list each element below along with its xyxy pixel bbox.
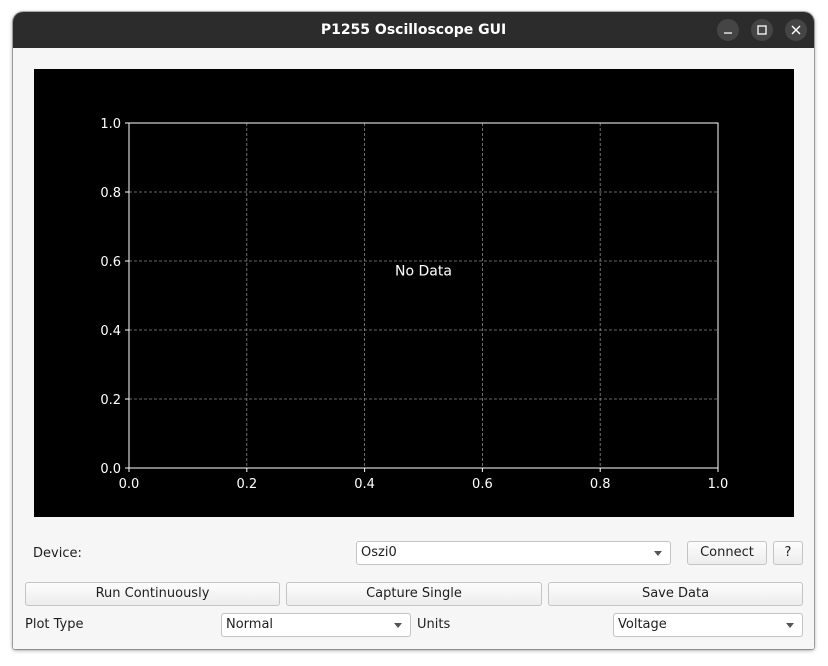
device-select-value: Oszi0 bbox=[361, 545, 397, 560]
y-tick-label: 0.8 bbox=[100, 186, 121, 201]
x-tick-label: 0.2 bbox=[236, 477, 257, 492]
connect-button[interactable]: Connect bbox=[687, 541, 767, 565]
app-window: P1255 Oscilloscope GUI 0.0 0.2 0.4 0.6 0.8 1.… bbox=[13, 12, 814, 649]
units-label: Units bbox=[417, 617, 451, 632]
x-tick-label: 0.0 bbox=[119, 477, 140, 492]
maximize-icon bbox=[757, 25, 767, 35]
no-data-annotation: No Data bbox=[395, 264, 452, 280]
window-title: P1255 Oscilloscope GUI bbox=[320, 22, 507, 38]
x-tick-label: 0.4 bbox=[354, 477, 375, 492]
plot-type-select[interactable]: Normal bbox=[221, 613, 411, 637]
units-select[interactable]: Voltage bbox=[613, 613, 803, 637]
chevron-down-icon bbox=[394, 623, 402, 628]
plot-canvas: 0.0 0.2 0.4 0.6 0.8 1.0 0.0 0.2 0.4 0.6 0.8 1.0 No D… bbox=[100, 117, 729, 492]
chevron-down-icon bbox=[654, 551, 662, 556]
x-tick-label: 0.8 bbox=[590, 477, 611, 492]
device-label: Device: bbox=[33, 546, 82, 561]
plot-type-select-value: Normal bbox=[226, 617, 274, 632]
main-panel: 0.0 0.2 0.4 0.6 0.8 1.0 0.0 0.2 0.4 0.6 0.8 1.0 No D… bbox=[13, 48, 814, 649]
oscilloscope-plot[interactable]: 0.0 0.2 0.4 0.6 0.8 1.0 0.0 0.2 0.4 0.6 0.8 1.0 No D… bbox=[34, 69, 794, 517]
capture-single-button[interactable]: Capture Single bbox=[286, 582, 542, 606]
y-tick-label: 0.4 bbox=[100, 324, 121, 339]
y-tick-label: 0.2 bbox=[100, 393, 121, 408]
y-tick-label: 0.6 bbox=[100, 255, 121, 270]
units-select-value: Voltage bbox=[618, 617, 667, 632]
title-bar[interactable]: P1255 Oscilloscope GUI bbox=[13, 12, 814, 48]
plot-type-label: Plot Type bbox=[25, 617, 84, 632]
close-icon bbox=[791, 25, 801, 35]
save-data-button[interactable]: Save Data bbox=[548, 582, 803, 606]
maximize-button[interactable] bbox=[751, 19, 773, 41]
x-tick-label: 1.0 bbox=[708, 477, 729, 492]
run-continuously-button[interactable]: Run Continuously bbox=[25, 582, 280, 606]
minimize-icon bbox=[724, 32, 732, 34]
y-tick-label: 0.0 bbox=[100, 462, 121, 477]
close-button[interactable] bbox=[785, 19, 807, 41]
x-tick-label: 0.6 bbox=[472, 477, 493, 492]
plot-area bbox=[129, 123, 718, 468]
chevron-down-icon bbox=[786, 623, 794, 628]
help-button[interactable]: ? bbox=[773, 541, 803, 565]
minimize-button[interactable] bbox=[717, 19, 739, 41]
device-select[interactable]: Oszi0 bbox=[356, 541, 671, 565]
y-tick-label: 1.0 bbox=[100, 117, 121, 132]
